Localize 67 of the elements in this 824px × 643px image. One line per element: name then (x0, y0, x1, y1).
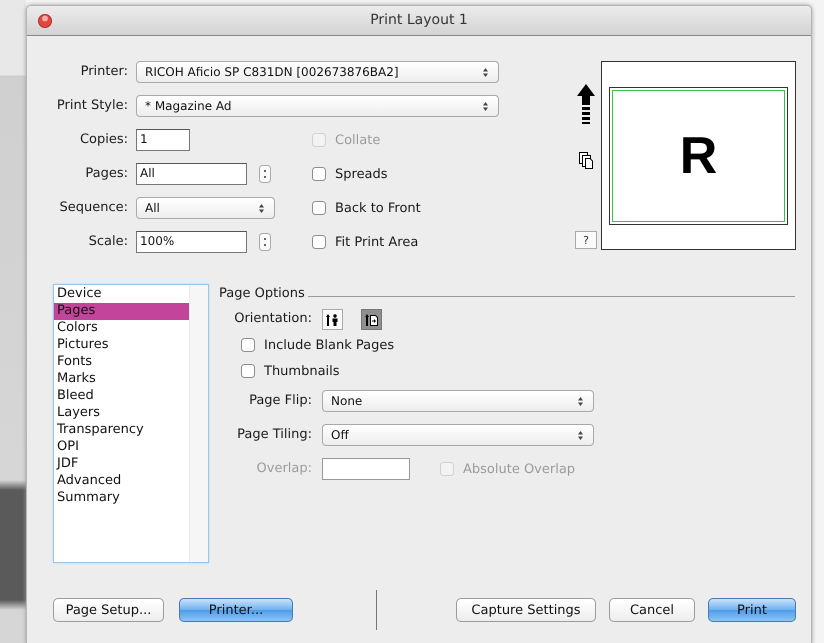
dialog-button[interactable]: Printer... (179, 598, 293, 622)
checkbox-label: Fit Print Area (335, 234, 418, 250)
dropdown[interactable]: RICOH Aficio SP C831DN [002673876BA2] (136, 61, 499, 83)
checkbox-label: Absolute Overlap (463, 462, 576, 476)
input-field[interactable]: 100% (136, 231, 247, 253)
dropdown[interactable]: None (322, 390, 594, 412)
stepper-button[interactable] (259, 165, 271, 183)
field-label: Orientation: (233, 310, 312, 328)
dialog-button[interactable]: Print (708, 598, 796, 622)
field-label: Page Tiling: (236, 426, 312, 444)
arrow-page-icon (364, 312, 379, 326)
field-label: Scale: (88, 233, 128, 251)
checkbox-label: Collate (335, 132, 380, 148)
pages-icon (578, 151, 594, 170)
field-label: Printer: (80, 63, 128, 81)
checkbox[interactable] (312, 235, 326, 249)
field-label: Sequence: (58, 199, 128, 217)
sidebar-item[interactable]: Marks (54, 371, 189, 388)
dropdown[interactable]: All (136, 197, 275, 219)
sidebar-item[interactable]: Device (54, 286, 189, 303)
checkbox[interactable] (312, 201, 326, 215)
arrow-figure-icon (325, 312, 340, 326)
sidebar-item[interactable]: Pictures (54, 337, 189, 354)
checkbox-label: Include Blank Pages (264, 338, 394, 352)
checkbox-label: Spreads (335, 166, 388, 182)
sidebar-item[interactable]: Transparency (54, 422, 189, 439)
checkbox-label: Back to Front (335, 200, 421, 216)
checkbox-label: Thumbnails (264, 364, 340, 378)
sidebar-item[interactable]: Bleed (54, 388, 189, 405)
updown-arrows-icon (482, 66, 489, 78)
help-button[interactable]: ? (575, 231, 597, 249)
dropdown[interactable]: * Magazine Ad (136, 95, 499, 117)
updown-arrows-icon (577, 430, 584, 440)
dialog-button[interactable]: Page Setup... (53, 598, 164, 622)
window-title: Print Layout 1 (370, 12, 468, 28)
dropdown[interactable]: Off (322, 424, 594, 446)
sidebar-item[interactable]: Layers (54, 405, 189, 422)
orientation-button[interactable] (361, 308, 382, 330)
close-button[interactable] (38, 14, 52, 28)
sidebar-item[interactable]: JDF (54, 456, 189, 473)
sidebar-item[interactable]: OPI (54, 439, 189, 456)
updown-arrows-icon (577, 396, 584, 406)
input-field[interactable]: All (136, 163, 247, 185)
input-field[interactable] (322, 458, 410, 480)
group-title: Page Options (219, 286, 305, 300)
orientation-button[interactable] (322, 308, 343, 330)
checkbox[interactable] (241, 364, 255, 378)
sidebar-item[interactable]: Fonts (54, 354, 189, 371)
field-label: Print Style: (56, 97, 128, 115)
field-label: Pages: (84, 165, 128, 183)
stepper-button[interactable] (259, 233, 271, 251)
dialog-button[interactable]: Cancel (609, 598, 695, 622)
field-label: Page Flip: (248, 392, 312, 410)
preview-letter: R (680, 126, 718, 186)
checkbox[interactable] (241, 338, 255, 352)
sidebar-item[interactable]: Pages (54, 303, 189, 320)
updown-arrows-icon (482, 100, 489, 112)
sidebar-item[interactable]: Colors (54, 320, 189, 337)
input-field[interactable]: 1 (136, 129, 190, 151)
field-label: Overlap: (256, 460, 312, 478)
sidebar-item[interactable]: Summary (54, 490, 189, 507)
sidebar-item[interactable]: Advanced (54, 473, 189, 490)
up-arrow-icon (576, 83, 596, 127)
dialog-button[interactable]: Capture Settings (456, 598, 596, 622)
checkbox[interactable] (312, 167, 326, 181)
updown-arrows-icon (258, 202, 265, 214)
field-label: Copies: (78, 131, 128, 149)
